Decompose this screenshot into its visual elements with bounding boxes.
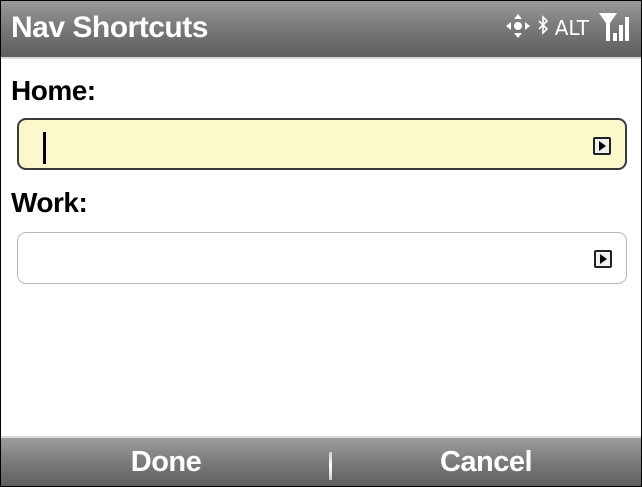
softkey-bar: Done Cancel — [1, 436, 641, 486]
work-field-expand-arrow-icon[interactable] — [594, 250, 612, 268]
work-label: Work: — [11, 187, 88, 218]
text-caret — [43, 132, 46, 164]
bluetooth-icon — [537, 14, 549, 42]
alt-indicator: ALT — [554, 16, 589, 40]
work-field[interactable] — [17, 232, 627, 284]
cancel-softkey[interactable]: Cancel — [331, 438, 641, 486]
status-icons: ALT — [505, 9, 631, 47]
home-field[interactable] — [17, 118, 627, 170]
title-bar: Nav Shortcuts ALT — [1, 1, 641, 59]
signal-strength-icon — [597, 9, 631, 48]
home-label: Home: — [11, 75, 96, 106]
dpad-icon — [505, 13, 531, 44]
done-softkey[interactable]: Done — [1, 438, 331, 486]
home-field-expand-arrow-icon[interactable] — [593, 137, 611, 155]
page-title: Nav Shortcuts — [11, 11, 208, 44]
phone-screen: Nav Shortcuts ALT Home: Work: Done Cance… — [0, 0, 642, 487]
